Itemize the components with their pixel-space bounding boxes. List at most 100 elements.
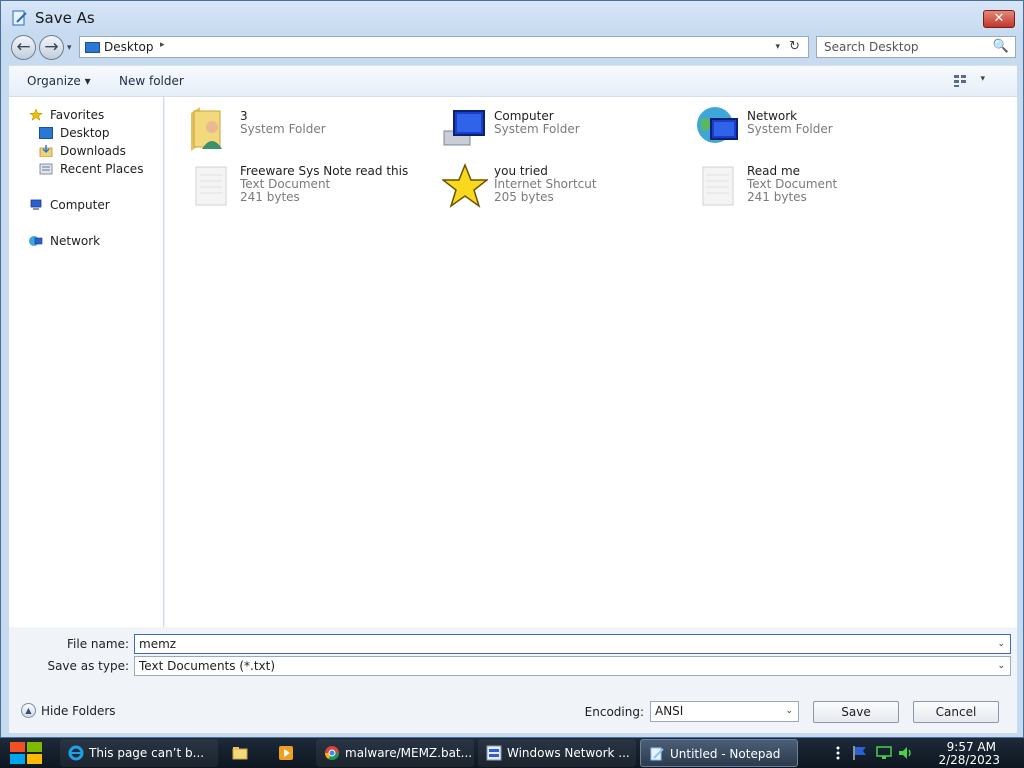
network-icon	[29, 236, 43, 246]
close-button[interactable]: ✕	[983, 10, 1015, 28]
window-title: Save As	[35, 9, 95, 27]
change-view-icon[interactable]	[953, 74, 967, 88]
taskbar-item-explorer[interactable]	[224, 739, 264, 767]
start-button[interactable]	[8, 740, 44, 766]
file-name-value: memz	[139, 637, 177, 651]
file-type: Internet Shortcut	[494, 177, 597, 191]
title-bar[interactable]: Save As ✕	[1, 1, 1023, 35]
sidebar-label: Network	[50, 234, 101, 248]
hide-folders-label: Hide Folders	[41, 704, 116, 718]
file-type: System Folder	[494, 122, 580, 136]
taskbar-item-ie[interactable]: This page can’t b...	[60, 739, 218, 767]
file-item[interactable]: Freeware Sys Note read this Text Documen…	[188, 163, 428, 211]
downloads-icon	[39, 145, 53, 157]
clock-date[interactable]: 2/28/2023	[938, 753, 1000, 767]
desktop-icon	[39, 127, 53, 139]
organize-button[interactable]: Organize ▾	[27, 74, 91, 88]
taskbar-item-network-window[interactable]: Windows Network ...	[478, 739, 636, 767]
file-list: 3 System Folder Computer System Folder N…	[164, 97, 1017, 627]
save-as-dialog: Save As ✕ ← → ▾ Desktop ▸ ▾ ↻ Search Des…	[0, 0, 1024, 738]
recent-locations-dropdown[interactable]: ▾	[67, 43, 72, 53]
navigation-pane: Favorites Desktop Downloads Recent Place…	[9, 97, 163, 627]
taskbar-label: Untitled - Notepad	[670, 747, 781, 761]
address-dropdown-icon[interactable]: ▾	[775, 42, 780, 52]
media-player-icon	[279, 746, 293, 760]
star-icon	[29, 109, 43, 121]
sidebar-label: Desktop	[60, 126, 110, 140]
computer-icon	[30, 199, 42, 210]
file-type: Text Document	[747, 177, 838, 191]
overflow-icon[interactable]	[834, 745, 842, 761]
back-button[interactable]: ←	[11, 35, 36, 60]
file-name: Computer	[494, 109, 554, 123]
breadcrumb-arrow-icon[interactable]: ▸	[160, 40, 165, 50]
network-window-icon	[486, 745, 502, 761]
taskbar-label: malware/MEMZ.bat...	[345, 746, 473, 760]
search-icon[interactable]: 🔍	[993, 39, 1009, 54]
chrome-icon	[325, 746, 339, 760]
file-type: Text Document	[240, 177, 331, 191]
file-item[interactable]: you tried Internet Shortcut 205 bytes	[442, 163, 682, 211]
file-item[interactable]: Network System Folder	[695, 105, 935, 153]
save-button[interactable]: Save	[813, 701, 899, 723]
view-dropdown-icon[interactable]: ▾	[980, 74, 985, 84]
file-name-label: File name:	[67, 637, 129, 651]
save-type-select[interactable]: Text Documents (*.txt) ⌄	[134, 656, 1011, 676]
file-size: 241 bytes	[240, 190, 300, 204]
volume-icon[interactable]	[898, 745, 914, 761]
action-center-flag-icon[interactable]	[852, 745, 868, 761]
cancel-button[interactable]: Cancel	[913, 701, 999, 723]
taskbar-item-notepad[interactable]: Untitled - Notepad	[640, 739, 798, 767]
sidebar-label: Recent Places	[60, 162, 144, 176]
explorer-icon	[232, 747, 248, 760]
taskbar-label: This page can’t b...	[89, 746, 205, 760]
save-type-value: Text Documents (*.txt)	[139, 659, 276, 673]
chevron-down-icon[interactable]: ⌄	[997, 661, 1005, 671]
file-item[interactable]: Read me Text Document 241 bytes	[695, 163, 935, 211]
encoding-value: ANSI	[655, 704, 684, 718]
file-type: System Folder	[240, 122, 326, 136]
search-input[interactable]: Search Desktop 🔍	[816, 36, 1016, 58]
file-name-input[interactable]: memz ⌄	[134, 634, 1011, 654]
save-form: File name: memz ⌄ Save as type: Text Doc…	[9, 627, 1017, 733]
save-type-label: Save as type:	[47, 659, 129, 673]
chevron-down-icon[interactable]: ⌄	[997, 639, 1005, 649]
refresh-icon[interactable]: ↻	[789, 39, 800, 54]
encoding-select[interactable]: ANSI ⌄	[650, 701, 799, 722]
forward-button[interactable]: →	[39, 35, 64, 60]
file-item[interactable]: Computer System Folder	[442, 105, 682, 153]
notepad-icon	[650, 747, 664, 761]
computer-icon	[443, 110, 485, 146]
file-size: 205 bytes	[494, 190, 554, 204]
sidebar-label: Favorites	[50, 108, 105, 122]
file-type: System Folder	[747, 122, 833, 136]
chevron-down-icon[interactable]: ⌄	[785, 706, 793, 716]
clock-time[interactable]: 9:57 AM	[947, 740, 996, 754]
encoding-label: Encoding:	[584, 705, 644, 719]
desktop-icon	[85, 42, 100, 53]
taskbar: This page can’t b... malware/MEMZ.bat...…	[0, 738, 1024, 768]
file-item[interactable]: 3 System Folder	[188, 105, 428, 153]
file-name: 3	[240, 109, 248, 123]
network-icon	[697, 107, 738, 143]
address-breadcrumb[interactable]: Desktop	[104, 40, 154, 54]
notepad-icon	[12, 10, 27, 26]
command-bar: Organize ▾ New folder ▾	[9, 65, 1017, 97]
file-size: 241 bytes	[747, 190, 807, 204]
recent-places-icon	[39, 163, 53, 175]
navigation-bar: ← → ▾ Desktop ▸ ▾ ↻ Search Desktop 🔍	[1, 35, 1023, 61]
text-document-icon	[195, 166, 227, 206]
ie-icon	[68, 745, 84, 761]
sidebar-label: Computer	[50, 198, 110, 212]
network-status-icon[interactable]	[876, 745, 892, 761]
taskbar-item-chrome[interactable]: malware/MEMZ.bat...	[316, 739, 474, 767]
sidebar-label: Downloads	[60, 144, 126, 158]
search-placeholder: Search Desktop	[824, 40, 919, 54]
star-icon	[442, 163, 488, 208]
system-tray: 9:57 AM 2/28/2023	[834, 738, 1024, 768]
address-bar[interactable]: Desktop ▸ ▾ ↻	[79, 36, 809, 58]
taskbar-item-media-player[interactable]	[270, 739, 310, 767]
new-folder-button[interactable]: New folder	[119, 74, 184, 88]
file-name: Read me	[747, 164, 801, 178]
collapse-icon: ▲	[21, 703, 36, 718]
